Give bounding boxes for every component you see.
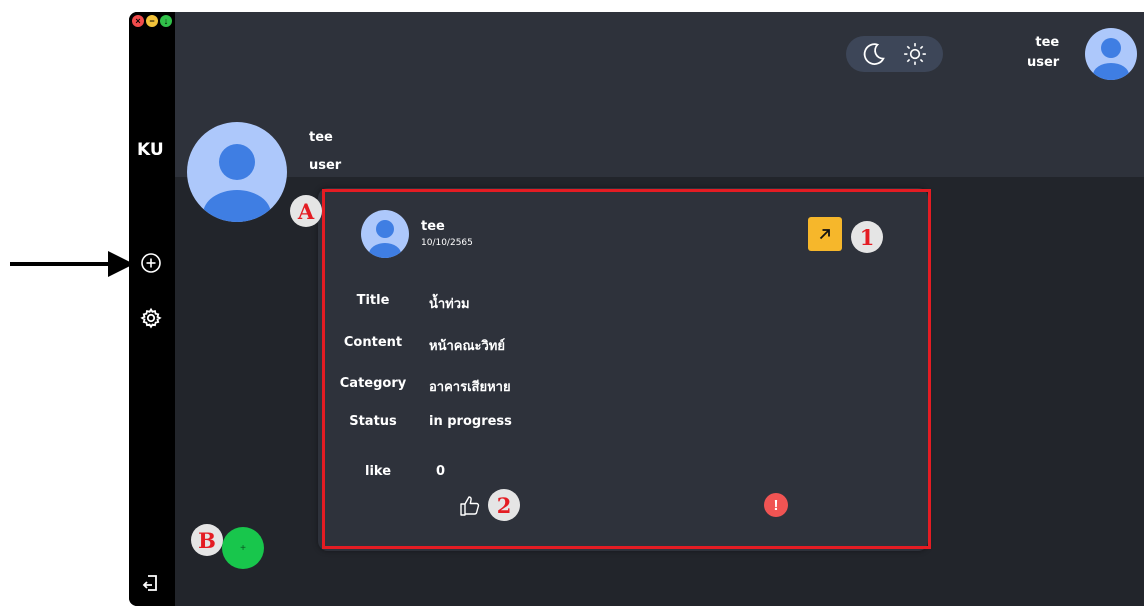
screenshot-stage: × − ↓ KU tee user tee user tee 10/10/256… (0, 0, 1144, 606)
status-label: Status (349, 414, 397, 429)
profile-info: tee user (309, 124, 341, 180)
app-logo: KU (137, 140, 164, 160)
sidebar: × − ↓ KU (129, 12, 175, 606)
like-label: like (364, 464, 392, 479)
user-avatar-icon (203, 144, 271, 222)
arrow-up-right-icon (819, 229, 830, 240)
maximize-window-button[interactable]: ↓ (160, 15, 172, 27)
user-avatar-icon (369, 220, 401, 258)
title-label: Title (356, 293, 390, 308)
report-button[interactable]: ! (764, 493, 788, 517)
plus-circle-icon (141, 253, 161, 273)
top-bar: tee user (175, 12, 1144, 87)
header-avatar[interactable] (1085, 28, 1137, 80)
post-author-avatar (361, 210, 409, 258)
sun-icon (903, 43, 926, 65)
header-username: tee (1035, 35, 1060, 50)
minimize-window-button[interactable]: − (146, 15, 158, 27)
profile-avatar (187, 122, 287, 222)
floating-add-button[interactable]: + (222, 527, 264, 569)
light-mode-button[interactable] (900, 39, 930, 69)
annotation-marker-1: 1 (851, 221, 883, 253)
window-controls: × − ↓ (132, 15, 172, 27)
dark-mode-button[interactable] (859, 39, 889, 69)
content-value: หน้าคณะวิทย์ (429, 339, 505, 354)
app-window: × − ↓ KU tee user tee user tee 10/10/256… (129, 12, 1144, 606)
open-post-button[interactable] (808, 217, 842, 251)
content-label: Content (343, 335, 403, 350)
create-post-button[interactable] (138, 250, 164, 276)
close-window-button[interactable]: × (132, 15, 144, 27)
settings-button[interactable] (138, 305, 164, 331)
like-count: 0 (436, 464, 446, 479)
theme-toggle[interactable] (846, 36, 943, 72)
category-label: Category (339, 376, 407, 391)
thumbs-up-icon (460, 496, 480, 516)
user-avatar-icon (1093, 38, 1129, 80)
profile-role: user (309, 158, 342, 173)
post-author: tee (421, 219, 445, 234)
title-value: น้ำท่วม (429, 297, 470, 312)
profile-username: tee (309, 130, 333, 145)
annotation-marker-a: A (290, 195, 322, 227)
like-button[interactable] (456, 492, 484, 520)
moon-icon (864, 43, 886, 65)
fab-label: + (240, 542, 246, 554)
header-user-info: tee user (1027, 33, 1059, 73)
post-date: 10/10/2565 (421, 238, 473, 248)
header-user-role: user (1027, 55, 1060, 70)
logout-icon (142, 575, 157, 591)
status-value: in progress (429, 414, 512, 429)
alert-icon: ! (773, 496, 779, 514)
annotation-marker-b: B (191, 524, 223, 556)
category-value: อาคารเสียหาย (429, 380, 511, 395)
annotation-marker-2: 2 (488, 489, 520, 521)
gear-icon (140, 307, 162, 329)
logout-button[interactable] (138, 570, 164, 596)
